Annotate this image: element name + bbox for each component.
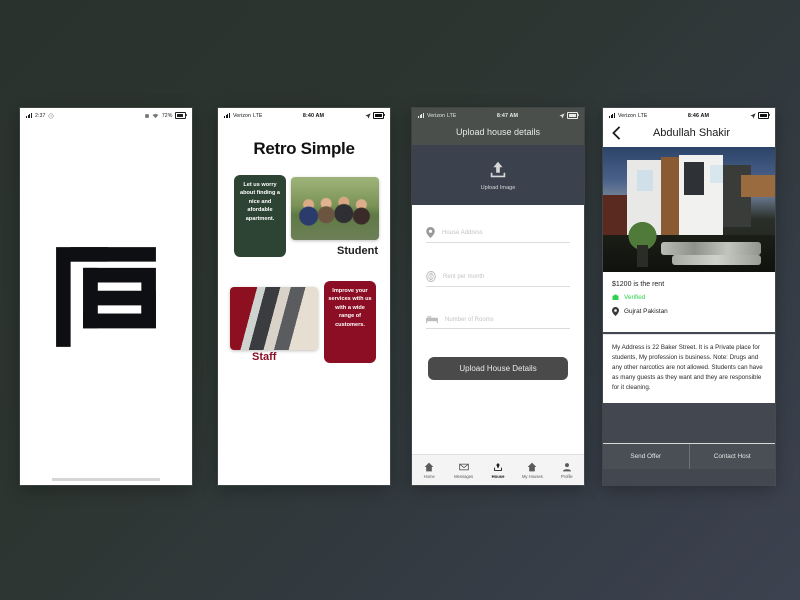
upload-image-caption: Upload Image (480, 185, 516, 191)
verified-badge-icon (612, 294, 619, 300)
card-student[interactable]: Let us worry about finding a nice and af… (226, 175, 382, 257)
screenshot-stage: 2:37 72% Verizon LTE 8:40 AM Retro Simpl… (0, 0, 800, 600)
person-icon (562, 462, 571, 471)
splash-screen: 2:37 72% (20, 108, 192, 485)
status-bar: Verizon LTE 8:46 AM (603, 108, 775, 121)
send-offer-button[interactable]: Send Offer (603, 444, 689, 469)
tab-my-houses[interactable]: My Houses (515, 455, 549, 485)
status-network: LTE (447, 112, 457, 119)
home-indicator (52, 478, 160, 481)
staff-blurb: Improve your services with us with a wid… (324, 281, 376, 363)
location-label: Gujrat Pakistan (624, 308, 668, 315)
students-group-photo (291, 177, 379, 240)
battery-icon (758, 112, 770, 119)
house-address-field[interactable]: House Address (426, 227, 570, 243)
rent-per-month-field[interactable]: Rent per month (426, 271, 570, 287)
phone-home: Verizon LTE 8:40 AM Retro Simple Let us … (218, 108, 390, 485)
status-network: LTE (638, 112, 648, 119)
status-carrier: Verizon (233, 112, 252, 119)
upload-house-icon (494, 462, 502, 471)
phone-upload: Verizon LTE 8:47 AM Upload house details (412, 108, 584, 485)
status-bar: Verizon LTE 8:47 AM (412, 108, 584, 121)
status-time: 8:47 AM (496, 112, 519, 119)
status-time: 8:46 AM (687, 112, 710, 119)
host-name: Abdullah Shakir (652, 127, 731, 139)
signal-bars-icon (609, 113, 616, 118)
number-of-rooms-placeholder: Number of Rooms (445, 316, 494, 323)
tab-label: Profile (560, 473, 573, 479)
listing-description: My Address is 22 Baker Street. It is a P… (603, 334, 775, 403)
upload-house-details-button[interactable]: Upload House Details (428, 357, 568, 380)
role-label-staff[interactable]: Staff (252, 351, 276, 363)
location-pin-icon (612, 307, 619, 316)
tab-label: Messages (454, 473, 474, 479)
home-icon (528, 462, 537, 471)
upload-form: House Address Rent per month Number of R… (412, 205, 584, 329)
tab-house[interactable]: House (481, 455, 515, 485)
location-arrow-icon (558, 112, 565, 119)
signal-bars-icon (224, 113, 231, 118)
upload-house-screen: Verizon LTE 8:47 AM Upload house details (412, 108, 584, 485)
role-label-student[interactable]: Student (337, 245, 378, 257)
bed-icon (426, 315, 438, 324)
home-icon (424, 462, 434, 471)
card-staff[interactable]: Improve your services with us with a wid… (226, 281, 382, 363)
location-arrow-icon (364, 112, 371, 119)
verified-label: Verified (624, 294, 646, 301)
tab-home[interactable]: Home (412, 455, 446, 485)
house-address-placeholder: House Address (442, 229, 483, 236)
detail-header: Abdullah Shakir (603, 121, 775, 147)
location-pin-icon (426, 227, 435, 238)
verified-row: Verified (612, 294, 766, 301)
retro-simple-home-screen: Verizon LTE 8:40 AM Retro Simple Let us … (218, 108, 390, 485)
tab-profile[interactable]: Profile (550, 455, 584, 485)
student-blurb: Let us worry about finding a nice and af… (234, 175, 286, 257)
modern-house-photo (603, 147, 775, 272)
rent-per-month-placeholder: Rent per month (443, 273, 485, 280)
signal-bars-icon (418, 113, 425, 118)
phone-splash: 2:37 72% (20, 108, 192, 485)
staff-handshake-photo (230, 287, 318, 350)
envelope-icon (458, 463, 469, 470)
contact-host-button[interactable]: Contact Host (688, 444, 775, 469)
number-of-rooms-field[interactable]: Number of Rooms (426, 315, 570, 329)
status-network: LTE (253, 112, 263, 119)
status-carrier: Verizon (618, 112, 637, 119)
location-arrow-icon (749, 112, 756, 119)
listing-info: $1200 is the rent Verified Gujrat Pakist… (603, 272, 775, 332)
detail-actions: Send Offer Contact Host (603, 443, 775, 469)
dollar-coin-icon (426, 271, 436, 282)
tab-label: My Houses (521, 473, 543, 479)
logo-container (20, 108, 192, 485)
tab-label: Home (423, 473, 435, 479)
status-bar: Verizon LTE 8:40 AM (218, 108, 390, 121)
battery-icon (567, 112, 579, 119)
location-row: Gujrat Pakistan (612, 307, 766, 316)
phone-detail: Verizon LTE 8:46 AM Abdullah Shakir $120… (603, 108, 775, 485)
back-chevron-icon[interactable] (612, 126, 621, 140)
tab-messages[interactable]: Messages (446, 455, 480, 485)
rent-text: $1200 is the rent (612, 281, 665, 288)
page-title: Retro Simple (253, 139, 355, 158)
page-title: Upload house details (412, 121, 584, 145)
bottom-tab-bar: Home Messages House My Houses Profile (412, 454, 584, 485)
tab-label: House (491, 473, 505, 479)
battery-icon (373, 112, 385, 119)
upload-arrow-icon (490, 161, 506, 178)
status-carrier: Verizon (427, 112, 446, 119)
upload-image-dropzone[interactable]: Upload Image (412, 145, 584, 205)
status-time: 8:40 AM (302, 112, 325, 119)
house-detail-screen: Verizon LTE 8:46 AM Abdullah Shakir $120… (603, 108, 775, 485)
retro-simple-monogram (54, 245, 158, 349)
